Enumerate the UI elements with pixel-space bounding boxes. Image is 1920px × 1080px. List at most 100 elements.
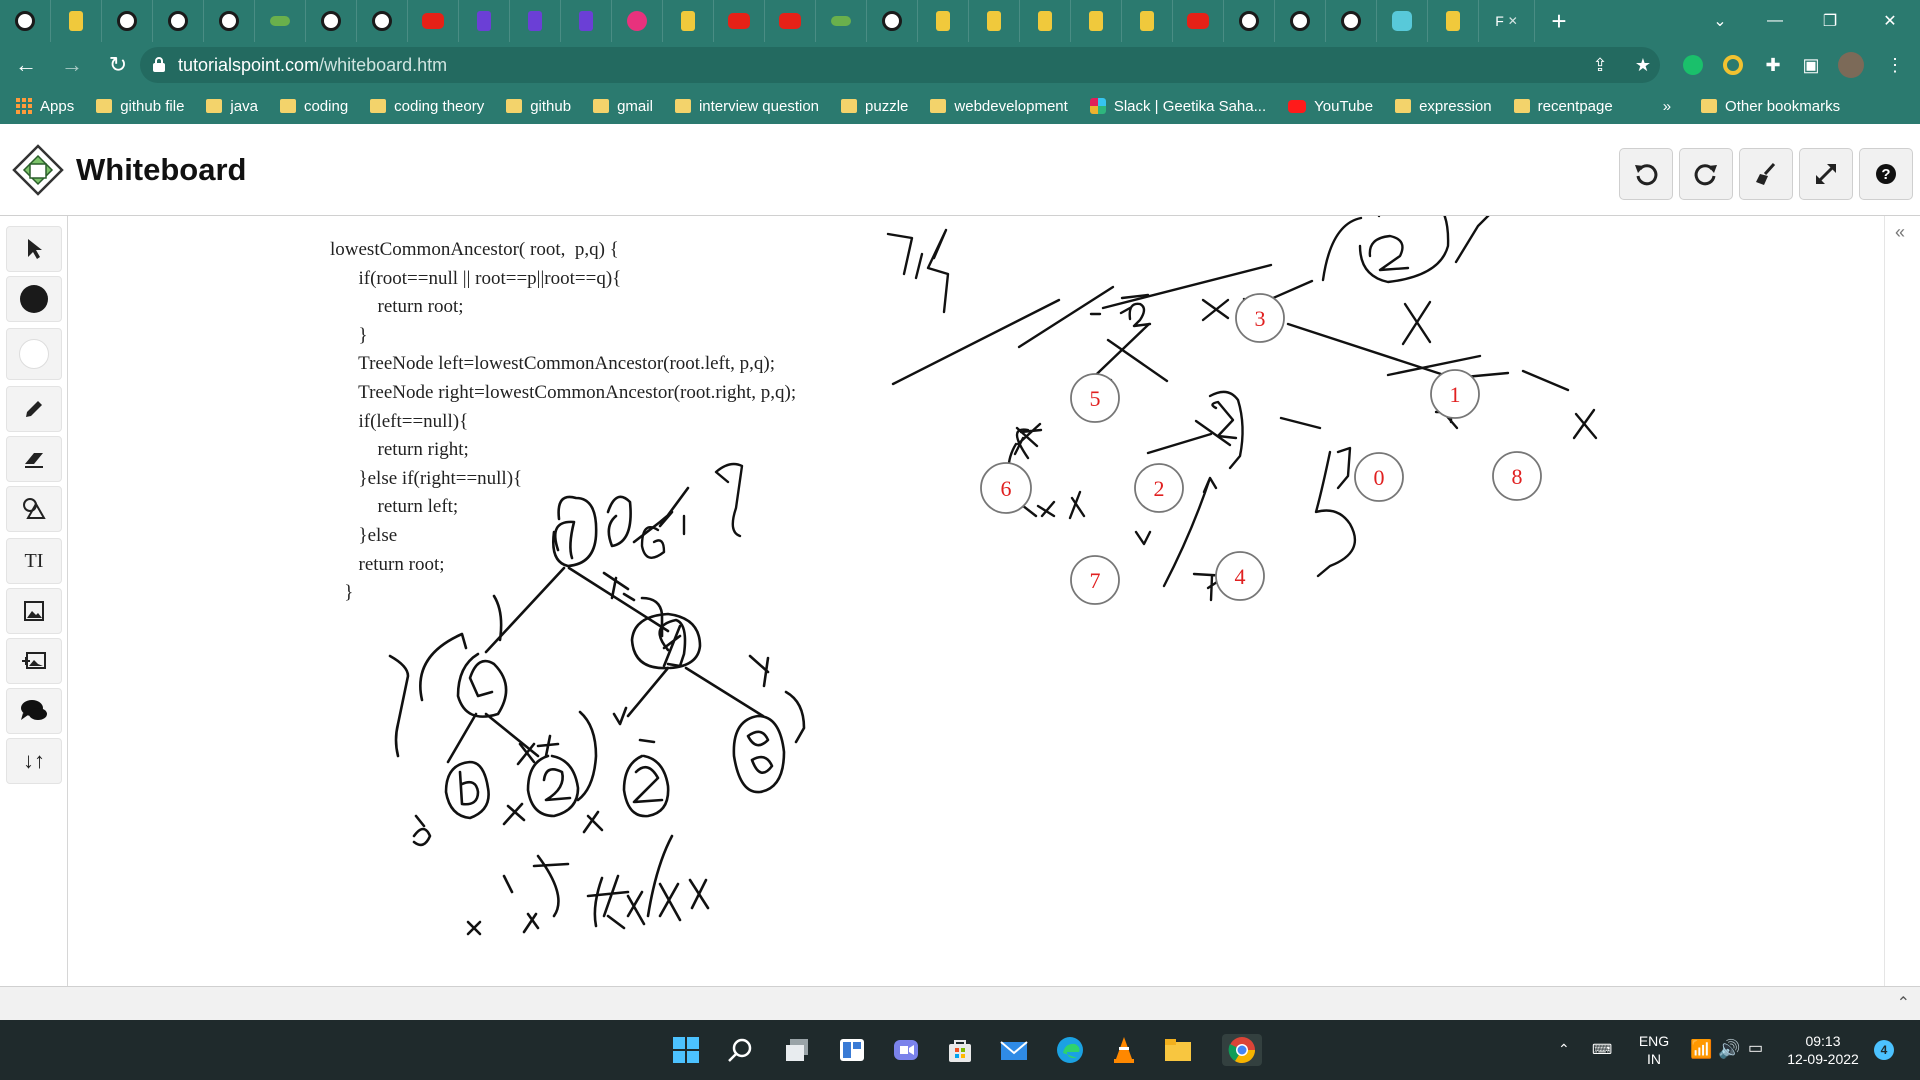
tab-youtube[interactable] (1173, 0, 1224, 42)
select-tool-button[interactable] (6, 226, 62, 272)
comment-tool-button[interactable] (6, 688, 62, 734)
bookmark-folder[interactable]: coding theory (370, 98, 484, 115)
close-tab-icon[interactable]: ✕ (1508, 14, 1518, 28)
fullscreen-button[interactable] (1799, 148, 1853, 200)
tab-github[interactable] (153, 0, 204, 42)
battery-icon[interactable]: ▭ (1748, 1040, 1763, 1058)
tab-tutorialspoint[interactable] (51, 0, 102, 42)
reload-button[interactable]: ↻ (98, 45, 138, 85)
minimize-button[interactable]: — (1745, 0, 1805, 42)
bookmark-folder[interactable]: java (206, 98, 258, 115)
tab-github[interactable] (102, 0, 153, 42)
color-picker-white[interactable] (6, 328, 62, 380)
clock[interactable]: 09:13 12-09-2022 (1782, 1032, 1864, 1068)
help-button[interactable]: ? (1859, 148, 1913, 200)
tab-github[interactable] (0, 0, 51, 42)
other-bookmarks[interactable]: Other bookmarks (1701, 98, 1840, 115)
undo-button[interactable] (1619, 148, 1673, 200)
extensions-puzzle-icon[interactable]: ✚ (1758, 50, 1788, 80)
file-explorer-icon[interactable] (1162, 1034, 1194, 1066)
tab-tutorialspoint[interactable] (1020, 0, 1071, 42)
teams-chat-icon[interactable] (890, 1034, 922, 1066)
tab-tutorialspoint[interactable] (918, 0, 969, 42)
bookmark-folder[interactable]: gmail (593, 98, 653, 115)
tab-youtube[interactable] (765, 0, 816, 42)
extension-ring-icon[interactable] (1718, 50, 1748, 80)
tab-github[interactable] (1326, 0, 1377, 42)
forward-button[interactable]: → (52, 45, 92, 85)
pen-tool-button[interactable] (6, 386, 62, 432)
back-button[interactable]: ← (6, 45, 46, 85)
tab-tutorialspoint[interactable] (1122, 0, 1173, 42)
bookmark-folder[interactable]: interview question (674, 98, 819, 115)
tab-pink[interactable] (612, 0, 663, 42)
extension-green-icon[interactable] (1678, 50, 1708, 80)
new-tab-button[interactable]: + (1535, 0, 1583, 42)
expand-up-icon[interactable]: ⌃ (1897, 993, 1910, 1013)
color-picker-black[interactable] (6, 276, 62, 322)
edge-browser-icon[interactable] (1054, 1034, 1086, 1066)
bookmark-folder[interactable]: expression (1395, 98, 1492, 115)
bookmark-youtube[interactable]: YouTube (1288, 98, 1373, 115)
tab-active[interactable]: F ✕ (1479, 0, 1535, 42)
tab-youtube[interactable] (714, 0, 765, 42)
bookmark-star-icon[interactable]: ★ (1628, 50, 1658, 80)
tab-github[interactable] (306, 0, 357, 42)
profile-avatar[interactable] (1836, 50, 1866, 80)
tab-tutorialspoint[interactable] (663, 0, 714, 42)
insert-image-button[interactable] (6, 638, 62, 684)
restore-button[interactable]: ❐ (1800, 0, 1860, 42)
tab-github[interactable] (1275, 0, 1326, 42)
collapse-panel-icon[interactable]: « (1895, 222, 1905, 243)
bookmark-folder[interactable]: puzzle (841, 98, 908, 115)
vlc-icon[interactable] (1108, 1034, 1140, 1066)
clear-board-button[interactable] (1739, 148, 1793, 200)
bookmark-folder[interactable]: github file (96, 98, 184, 115)
volume-icon[interactable]: 🔊 (1718, 1040, 1740, 1058)
tab-github[interactable] (1224, 0, 1275, 42)
bookmark-folder[interactable]: webdevelopment (930, 98, 1068, 115)
bookmark-folder[interactable]: coding (279, 98, 348, 115)
task-view-icon[interactable] (782, 1034, 814, 1066)
chrome-icon[interactable] (1222, 1034, 1262, 1066)
tab-teal[interactable] (1377, 0, 1428, 42)
shapes-tool-button[interactable] (6, 486, 62, 532)
window-close-button[interactable]: ✕ (1860, 0, 1920, 42)
tab-search-icon[interactable]: ⌄ (1690, 0, 1750, 42)
tab-github[interactable] (204, 0, 255, 42)
bookmark-folder[interactable]: github (506, 98, 571, 115)
bookmark-slack[interactable]: Slack | Geetika Saha... (1089, 98, 1266, 115)
url-field[interactable]: tutorialspoint.com/whiteboard.htm (140, 47, 1660, 83)
tab-codechef[interactable] (816, 0, 867, 42)
image-tool-button[interactable] (6, 588, 62, 634)
side-panel-icon[interactable]: ▣ (1796, 50, 1826, 80)
show-hidden-icons[interactable]: ⌃ (1558, 1040, 1570, 1058)
tab-codechef[interactable] (255, 0, 306, 42)
share-icon[interactable]: ⇪ (1585, 50, 1615, 80)
eraser-tool-button[interactable] (6, 436, 62, 482)
import-export-button[interactable]: ↓↑ (6, 738, 62, 784)
bookmark-folder[interactable]: recentpage (1513, 98, 1613, 115)
whiteboard-canvas[interactable]: lowestCommonAncestor( root, p,q) { if(ro… (68, 216, 1884, 986)
browser-menu-icon[interactable]: ⋮ (1880, 50, 1910, 80)
tab-p[interactable] (459, 0, 510, 42)
bookmark-apps[interactable]: Apps (16, 98, 74, 115)
keyboard-icon[interactable]: ⌨ (1592, 1040, 1612, 1058)
tab-p[interactable] (510, 0, 561, 42)
bookmarks-overflow-button[interactable]: » (1663, 98, 1671, 115)
tab-tutorialspoint[interactable] (1428, 0, 1479, 42)
search-icon[interactable] (724, 1034, 756, 1066)
redo-button[interactable] (1679, 148, 1733, 200)
tab-github[interactable] (357, 0, 408, 42)
start-windows-icon[interactable] (670, 1034, 702, 1066)
widgets-icon[interactable] (836, 1034, 868, 1066)
store-icon[interactable] (944, 1034, 976, 1066)
tab-github[interactable] (867, 0, 918, 42)
input-language[interactable]: ENG IN (1636, 1032, 1672, 1068)
mail-icon[interactable] (998, 1034, 1030, 1066)
tab-p[interactable] (561, 0, 612, 42)
tab-youtube[interactable] (408, 0, 459, 42)
tab-tutorialspoint[interactable] (1071, 0, 1122, 42)
wifi-icon[interactable]: 📶 (1690, 1040, 1712, 1058)
notification-badge[interactable]: 4 (1874, 1040, 1894, 1060)
